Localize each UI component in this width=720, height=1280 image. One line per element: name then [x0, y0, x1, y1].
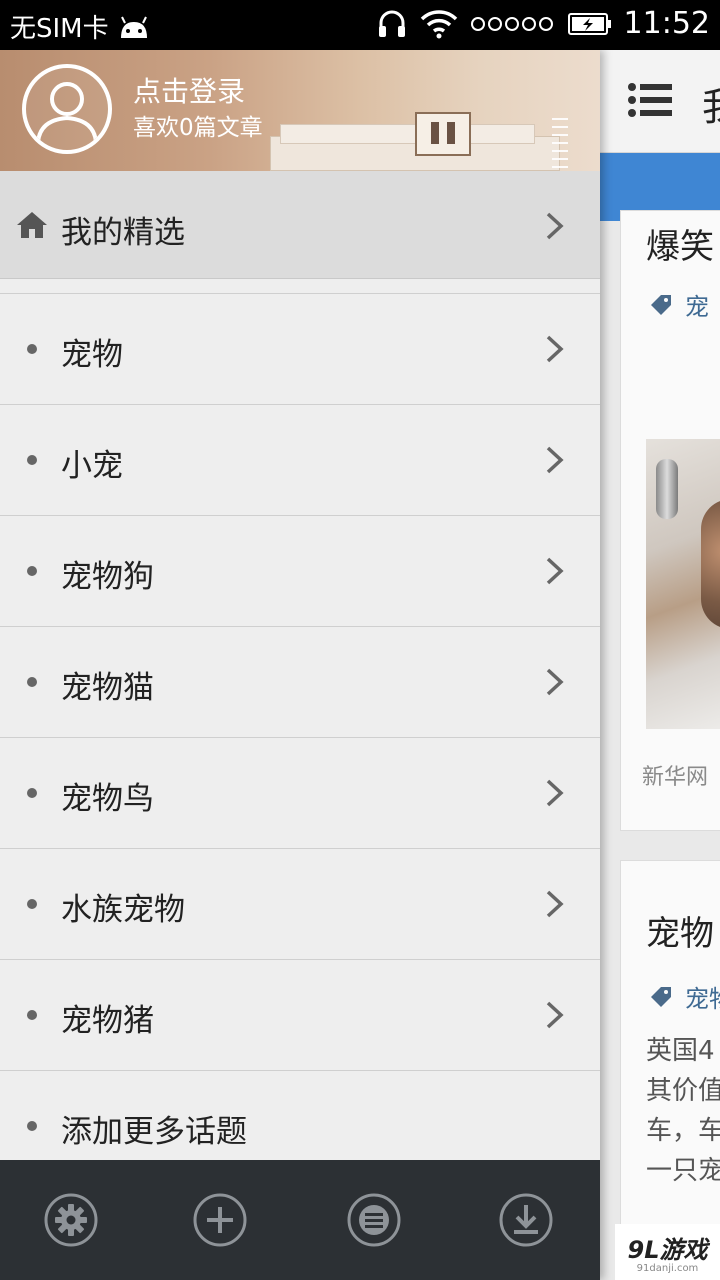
android-icon: [120, 16, 147, 38]
content-panel: 我 爆笑 宠 新华网 宠物 宠物 英国4 其价值 车，车 一只宠: [600, 50, 720, 1280]
article-tag[interactable]: 宠: [649, 287, 709, 322]
tag-label: 宠: [685, 293, 709, 321]
chevron-right-icon: [546, 779, 564, 807]
topic-label: 宠物猪: [61, 1003, 154, 1039]
article-title: 爆笑: [646, 227, 714, 267]
battery-icon: [567, 12, 611, 35]
topic-item[interactable]: 宠物猫: [0, 627, 600, 738]
summary-line: 其价值: [646, 1076, 720, 1106]
topic-label: 宠物猫: [61, 670, 154, 706]
carrier-text: 无SIM卡: [10, 14, 109, 44]
wifi-icon: [420, 9, 457, 38]
article-card[interactable]: 爆笑 宠 新华网: [620, 210, 720, 831]
add-icon: [193, 1193, 247, 1247]
article-title: 宠物: [646, 914, 714, 954]
header-books-illustration: [270, 112, 570, 171]
chevron-right-icon: [546, 890, 564, 918]
content-toolbar: 我: [600, 50, 720, 153]
bullet: [27, 566, 37, 576]
bullet: [27, 677, 37, 687]
topic-item[interactable]: 宠物: [0, 294, 600, 405]
site-watermark: 9L游戏 91danji.com: [615, 1224, 720, 1280]
watermark-url: 91danji.com: [636, 1263, 699, 1274]
app-title: 我: [702, 76, 720, 131]
profile-header[interactable]: 点击登录 喜欢0篇文章: [0, 50, 600, 171]
download-button[interactable]: [498, 1192, 554, 1248]
topic-item[interactable]: 水族宠物: [0, 849, 600, 960]
navigation-drawer: 点击登录 喜欢0篇文章 我的精选 宠物 小宠 宠物狗 宠物猫 宠物鸟 水族宠物 …: [0, 50, 600, 1280]
menu-item-my-picks[interactable]: 我的精选: [0, 171, 600, 279]
chevron-right-icon: [546, 557, 564, 585]
carrier-info: 无SIM卡: [10, 8, 151, 45]
topic-item[interactable]: 宠物狗: [0, 516, 600, 627]
tag-label: 宠物: [685, 985, 720, 1013]
list-icon: [347, 1193, 401, 1247]
download-icon: [499, 1193, 553, 1247]
topic-label: 宠物鸟: [61, 781, 154, 817]
signal-strength-icon: [470, 16, 553, 31]
article-tag[interactable]: 宠物: [649, 979, 720, 1014]
headset-icon: [378, 10, 405, 37]
bullet: [27, 455, 37, 465]
summary-line: 英国4: [646, 1036, 715, 1066]
topic-label: 水族宠物: [61, 892, 185, 928]
topic-label: 小宠: [61, 448, 123, 484]
chevron-right-icon: [546, 668, 564, 696]
drawer-bottom-bar: [0, 1160, 600, 1280]
login-prompt[interactable]: 点击登录: [133, 70, 245, 110]
chevron-right-icon: [546, 335, 564, 363]
watermark-logo-text: 9L游戏: [627, 1236, 708, 1264]
settings-button[interactable]: [43, 1192, 99, 1248]
clock: 11:52: [623, 6, 710, 41]
topic-item[interactable]: 小宠: [0, 405, 600, 516]
topic-item[interactable]: 宠物鸟: [0, 738, 600, 849]
article-source: 新华网: [642, 765, 709, 790]
settings-icon: [44, 1193, 98, 1247]
list-button[interactable]: [346, 1192, 402, 1248]
menu-icon[interactable]: [628, 83, 672, 117]
tag-icon: [651, 986, 671, 1007]
bullet: [27, 344, 37, 354]
topic-list: 宠物 小宠 宠物狗 宠物猫 宠物鸟 水族宠物 宠物猪 添加更多话题: [0, 293, 600, 1182]
topic-label: 宠物狗: [61, 559, 154, 595]
header-ruler-decoration: [552, 112, 568, 168]
topic-label: 添加更多话题: [61, 1114, 247, 1150]
tag-icon: [651, 294, 671, 315]
bullet: [27, 1010, 37, 1020]
article-summary: 英国4 其价值 车，车 一只宠: [646, 1031, 720, 1191]
summary-line: 车，车: [646, 1116, 720, 1146]
topic-label: 宠物: [61, 337, 123, 373]
image-faucet: [656, 459, 678, 519]
add-button[interactable]: [192, 1192, 248, 1248]
article-image[interactable]: [646, 439, 720, 729]
status-bar: 无SIM卡 11:52: [0, 0, 720, 50]
home-icon: [17, 212, 47, 238]
image-cat: [701, 499, 720, 629]
bullet: [27, 1121, 37, 1131]
avatar[interactable]: [22, 64, 112, 154]
user-icon: [36, 82, 98, 143]
bullet: [27, 788, 37, 798]
chevron-right-icon: [546, 212, 564, 240]
summary-line: 一只宠: [646, 1156, 720, 1186]
bullet: [27, 899, 37, 909]
status-icons: 11:52: [376, 6, 710, 41]
chevron-right-icon: [546, 446, 564, 474]
topic-item[interactable]: 宠物猪: [0, 960, 600, 1071]
menu-item-label: 我的精选: [61, 215, 185, 251]
chevron-right-icon: [546, 1001, 564, 1029]
article-card[interactable]: 宠物 宠物 英国4 其价值 车，车 一只宠: [620, 860, 720, 1280]
liked-count: 喜欢0篇文章: [133, 115, 263, 141]
